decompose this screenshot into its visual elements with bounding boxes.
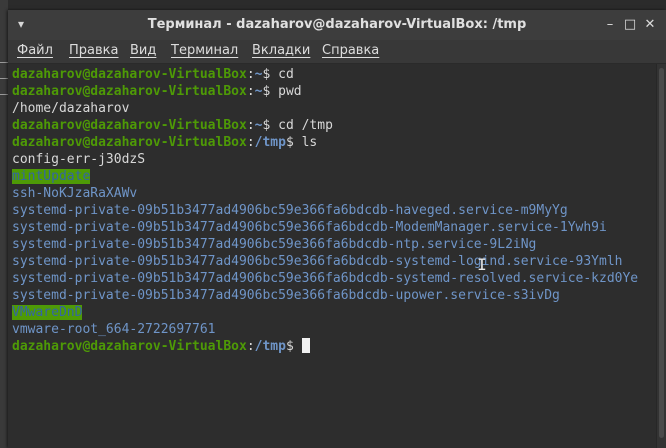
terminal-line: systemd-private-09b51b3477ad4906bc59e366… xyxy=(12,253,622,270)
prompt-path: /tmp xyxy=(254,135,286,150)
dir-entry: systemd-private-09b51b3477ad4906bc59e366… xyxy=(12,237,537,252)
scrollbar-thumb[interactable] xyxy=(659,68,664,438)
dir-entry: ssh-NoKJzaRaXAWv xyxy=(12,186,138,201)
mouse-ibeam-cursor-icon: I xyxy=(477,255,487,274)
prompt-path: /tmp xyxy=(254,339,286,354)
maximize-button[interactable]: □ xyxy=(622,17,638,33)
prompt-separator: : xyxy=(246,67,255,82)
terminal-line: systemd-private-09b51b3477ad4906bc59e366… xyxy=(12,219,607,236)
prompt-user: dazaharov@dazaharov-VirtualBox xyxy=(12,135,247,150)
terminal-line: config-err-j30dzS xyxy=(12,151,145,168)
prompt-separator: : xyxy=(246,118,255,133)
menu-view[interactable]: Вид xyxy=(130,40,156,63)
terminal-line: systemd-private-09b51b3477ad4906bc59e366… xyxy=(12,236,536,253)
terminal-window: ▾ Терминал - dazaharov@dazaharov-Virtual… xyxy=(8,10,666,448)
dir-entry: systemd-private-09b51b3477ad4906bc59e366… xyxy=(12,254,623,269)
terminal-line: dazaharov@dazaharov-VirtualBox:/tmp$ ls xyxy=(12,134,317,151)
window-title: Терминал - dazaharov@dazaharov-VirtualBo… xyxy=(147,17,527,32)
prompt-separator: : xyxy=(246,135,255,150)
terminal-line: dazaharov@dazaharov-VirtualBox:~$ pwd xyxy=(12,83,302,100)
prompt-separator: : xyxy=(246,84,255,99)
menu-tabs[interactable]: Вкладки xyxy=(252,40,310,63)
prompt-user: dazaharov@dazaharov-VirtualBox xyxy=(12,339,247,354)
command-text: ls xyxy=(301,135,318,150)
title-bar[interactable]: ▾ Терминал - dazaharov@dazaharov-Virtual… xyxy=(8,10,666,40)
terminal-line: dazaharov@dazaharov-VirtualBox:~$ cd xyxy=(12,66,294,83)
output-text: /home/dazaharov xyxy=(12,101,130,116)
dir-entry-highlighted: VMwareDnD xyxy=(12,305,83,320)
terminal-line: systemd-private-09b51b3477ad4906bc59e366… xyxy=(12,287,560,304)
prompt-symbol: $ xyxy=(285,339,302,354)
command-text: cd xyxy=(278,67,294,82)
dir-entry: systemd-private-09b51b3477ad4906bc59e366… xyxy=(12,271,639,286)
terminal-line: /home/dazaharov xyxy=(12,100,129,117)
menu-bar: Файл Правка Вид Терминал Вкладки Справка xyxy=(8,40,666,64)
terminal-output[interactable]: dazaharov@dazaharov-VirtualBox:~$ cd daz… xyxy=(8,64,656,448)
desktop-edge xyxy=(0,0,8,448)
prompt-separator: : xyxy=(246,339,255,354)
scrollbar[interactable] xyxy=(656,64,666,448)
desktop-edge-mark xyxy=(0,62,8,63)
close-button[interactable]: ✕ xyxy=(642,17,658,33)
terminal-line: dazaharov@dazaharov-VirtualBox:~$ cd /tm… xyxy=(12,117,333,134)
prompt-symbol: $ xyxy=(262,118,279,133)
menu-edit[interactable]: Правка xyxy=(69,40,118,63)
prompt-user: dazaharov@dazaharov-VirtualBox xyxy=(12,84,247,99)
prompt-user: dazaharov@dazaharov-VirtualBox xyxy=(12,67,247,82)
dir-entry-highlighted: mintUpdate xyxy=(12,169,91,184)
dir-entry: vmware-root_664-2722697761 xyxy=(12,322,216,337)
prompt-user: dazaharov@dazaharov-VirtualBox xyxy=(12,118,247,133)
file-entry: config-err-j30dzS xyxy=(12,152,146,167)
text-cursor xyxy=(301,338,310,353)
minimize-button[interactable]: – xyxy=(602,17,618,33)
terminal-line: dazaharov@dazaharov-VirtualBox:/tmp$ xyxy=(12,338,310,355)
command-text: cd /tmp xyxy=(278,118,333,133)
dir-entry: systemd-private-09b51b3477ad4906bc59e366… xyxy=(12,288,560,303)
desktop-edge-mark xyxy=(0,94,8,95)
terminal-line: systemd-private-09b51b3477ad4906bc59e366… xyxy=(12,270,638,287)
terminal-line: vmware-root_664-2722697761 xyxy=(12,321,216,338)
command-text: pwd xyxy=(278,84,302,99)
dir-entry: systemd-private-09b51b3477ad4906bc59e366… xyxy=(12,220,607,235)
prompt-symbol: $ xyxy=(262,67,279,82)
terminal-line: systemd-private-09b51b3477ad4906bc59e366… xyxy=(12,202,568,219)
dir-entry: systemd-private-09b51b3477ad4906bc59e366… xyxy=(12,203,568,218)
terminal-line: mintUpdate xyxy=(12,168,91,185)
prompt-symbol: $ xyxy=(285,135,302,150)
menu-terminal[interactable]: Терминал xyxy=(171,40,238,63)
desktop-edge-mark xyxy=(0,78,8,79)
menu-file[interactable]: Файл xyxy=(17,40,53,63)
terminal-line: VMwareDnD xyxy=(12,304,83,321)
prompt-symbol: $ xyxy=(262,84,279,99)
terminal-line: ssh-NoKJzaRaXAWv xyxy=(12,185,137,202)
menu-help[interactable]: Справка xyxy=(322,40,379,63)
